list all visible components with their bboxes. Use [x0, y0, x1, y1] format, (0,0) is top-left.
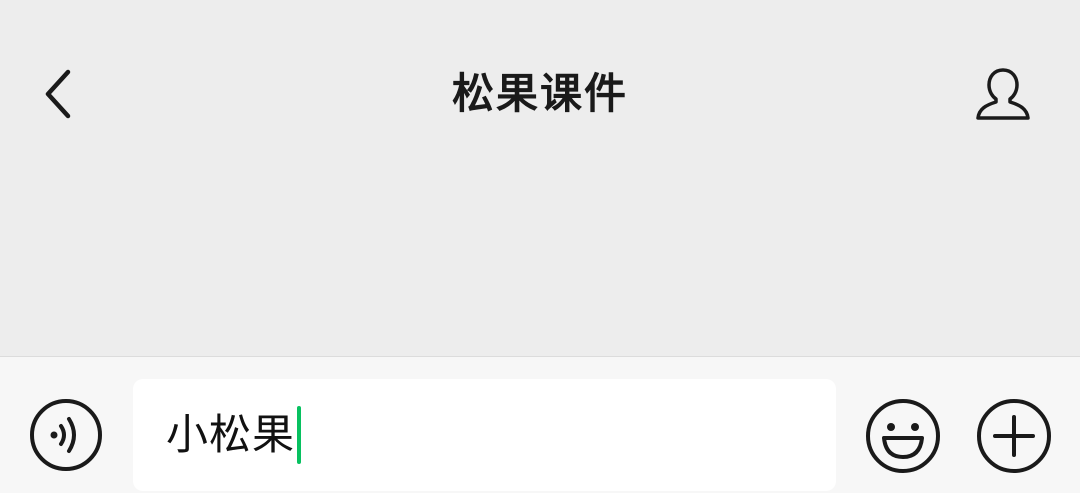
voice-button[interactable]: [28, 397, 104, 473]
plus-circle-icon: [975, 397, 1053, 475]
smiley-icon: [864, 397, 942, 475]
page-title: 松果课件: [451, 69, 628, 118]
message-input-value: 小松果: [166, 410, 296, 459]
voice-icon: [28, 397, 104, 473]
more-button[interactable]: [975, 397, 1053, 475]
person-icon: [974, 66, 1032, 122]
chat-screen: 松果课件 小松果: [0, 0, 1080, 493]
message-input[interactable]: 小松果: [133, 379, 836, 491]
input-toolbar: 小松果: [0, 356, 1080, 493]
message-list[interactable]: [0, 190, 1080, 356]
text-caret: [297, 406, 302, 464]
emoji-button[interactable]: [864, 397, 942, 475]
navigation-bar: 松果课件: [0, 0, 1080, 190]
chat-info-button[interactable]: [968, 62, 1038, 126]
